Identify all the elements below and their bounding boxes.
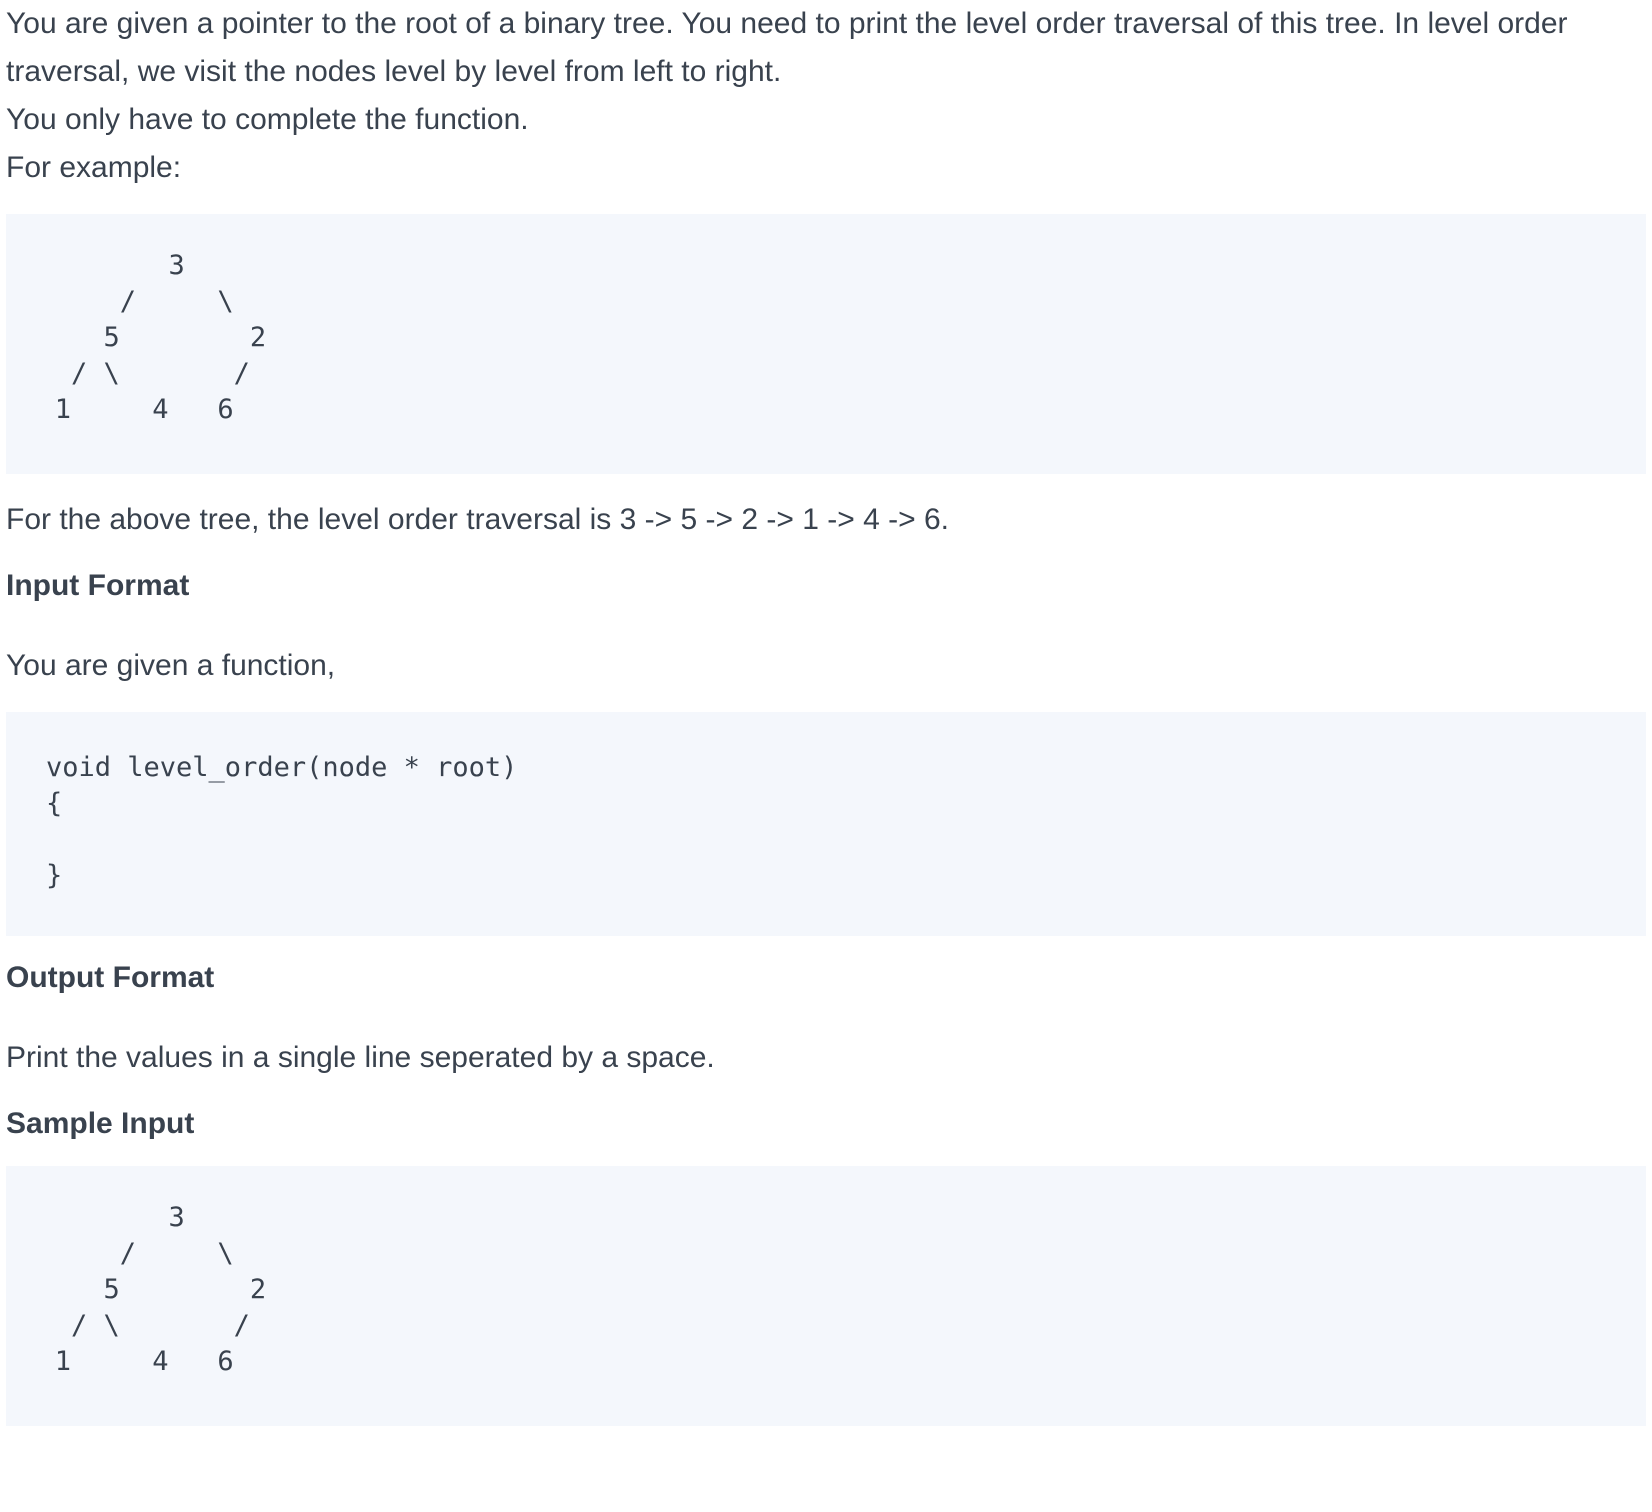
problem-statement: You are given a pointer to the root of a… <box>0 0 1652 1426</box>
output-format-text: Print the values in a single line sepera… <box>6 1041 715 1074</box>
example-tree-code-block: 3 / \ 5 2 / \ / 1 4 6 <box>6 214 1646 474</box>
input-format-heading: Input Format <box>6 569 190 602</box>
intro-instruction: You only have to complete the function. <box>6 103 529 136</box>
input-format-text: You are given a function, <box>6 649 336 682</box>
example-label: For example: <box>6 151 182 184</box>
intro-paragraph: You are given a pointer to the root of a… <box>6 7 1568 88</box>
output-format-heading: Output Format <box>6 961 215 994</box>
function-signature-code-block: void level_order(node * root) { } <box>6 712 1646 936</box>
sample-input-heading: Sample Input <box>6 1107 195 1140</box>
sample-input-code-block: 3 / \ 5 2 / \ / 1 4 6 <box>6 1166 1646 1426</box>
traversal-explanation: For the above tree, the level order trav… <box>6 503 949 536</box>
